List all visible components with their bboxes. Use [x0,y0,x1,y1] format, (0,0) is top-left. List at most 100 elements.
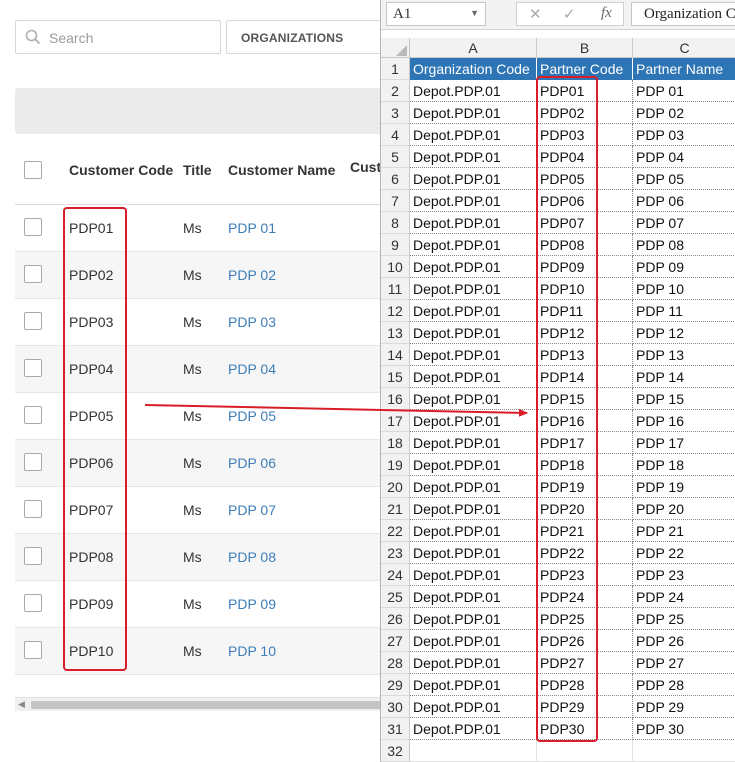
empty-cell[interactable] [633,740,735,762]
organization-code-cell[interactable]: Depot.PDP.01 [410,388,537,410]
row-checkbox[interactable] [24,547,42,565]
row-checkbox[interactable] [24,500,42,518]
organization-code-cell[interactable]: Depot.PDP.01 [410,454,537,476]
table-row[interactable]: PDP07 Ms PDP 07 [15,487,382,534]
customer-name-link[interactable]: PDP 06 [228,455,276,471]
scrollbar-thumb[interactable] [31,701,382,709]
organizations-filter[interactable]: ORGANIZATIONS [226,20,382,54]
organization-code-cell[interactable]: Depot.PDP.01 [410,366,537,388]
organization-code-cell[interactable]: Depot.PDP.01 [410,80,537,102]
column-header-customer-code[interactable]: Customer Code [69,162,173,178]
customer-name-link[interactable]: PDP 05 [228,408,276,424]
row-number[interactable]: 3 [381,102,410,124]
horizontal-scrollbar[interactable]: ◀ [15,697,382,711]
organization-code-cell[interactable]: Depot.PDP.01 [410,520,537,542]
partner-code-cell[interactable]: PDP02 [537,102,633,124]
row-checkbox[interactable] [24,359,42,377]
organization-code-cell[interactable]: Depot.PDP.01 [410,718,537,740]
partner-name-cell[interactable]: PDP 04 [633,146,735,168]
column-header-truncated[interactable]: Cust [350,159,381,175]
partner-name-cell[interactable]: PDP 16 [633,410,735,432]
table-row[interactable]: PDP06 Ms PDP 06 [15,440,382,487]
partner-name-cell[interactable]: PDP 12 [633,322,735,344]
table-row[interactable]: PDP02 Ms PDP 02 [15,252,382,299]
table-row[interactable]: PDP08 Ms PDP 08 [15,534,382,581]
row-number[interactable]: 11 [381,278,410,300]
column-header-title[interactable]: Title [183,162,212,178]
partner-code-cell[interactable]: PDP16 [537,410,633,432]
partner-name-cell[interactable]: PDP 05 [633,168,735,190]
row-number[interactable]: 24 [381,564,410,586]
partner-code-cell[interactable]: PDP04 [537,146,633,168]
row-checkbox[interactable] [24,218,42,236]
partner-code-cell[interactable]: PDP25 [537,608,633,630]
partner-name-cell[interactable]: PDP 21 [633,520,735,542]
partner-name-cell[interactable]: PDP 20 [633,498,735,520]
partner-code-cell[interactable]: PDP29 [537,696,633,718]
partner-code-cell[interactable]: PDP01 [537,80,633,102]
organization-code-cell[interactable]: Depot.PDP.01 [410,608,537,630]
partner-name-cell[interactable]: PDP 11 [633,300,735,322]
partner-code-cell[interactable]: PDP10 [537,278,633,300]
partner-code-cell[interactable]: PDP15 [537,388,633,410]
organization-code-cell[interactable]: Depot.PDP.01 [410,674,537,696]
formula-input[interactable]: Organization Code [631,2,735,26]
partner-name-cell[interactable]: PDP 15 [633,388,735,410]
partner-name-cell[interactable]: PDP 30 [633,718,735,740]
customer-name-link[interactable]: PDP 07 [228,502,276,518]
row-number[interactable]: 15 [381,366,410,388]
partner-name-cell[interactable]: PDP 22 [633,542,735,564]
partner-name-cell[interactable]: PDP 19 [633,476,735,498]
partner-name-cell[interactable]: PDP 14 [633,366,735,388]
organization-code-cell[interactable]: Depot.PDP.01 [410,190,537,212]
organization-code-cell[interactable]: Depot.PDP.01 [410,542,537,564]
partner-name-cell[interactable]: PDP 28 [633,674,735,696]
row-number[interactable]: 23 [381,542,410,564]
select-all-checkbox[interactable] [24,161,42,179]
table-row[interactable]: PDP01 Ms PDP 01 [15,205,382,252]
row-number[interactable]: 30 [381,696,410,718]
partner-code-cell[interactable]: PDP08 [537,234,633,256]
enter-icon[interactable]: ✓ [563,5,576,23]
organization-code-cell[interactable]: Depot.PDP.01 [410,498,537,520]
row-checkbox[interactable] [24,641,42,659]
customer-name-link[interactable]: PDP 10 [228,643,276,659]
empty-cell[interactable] [537,740,633,762]
partner-code-cell[interactable]: PDP06 [537,190,633,212]
partner-name-cell[interactable]: PDP 29 [633,696,735,718]
row-checkbox[interactable] [24,406,42,424]
organization-code-cell[interactable]: Depot.PDP.01 [410,652,537,674]
row-number[interactable]: 2 [381,80,410,102]
table-row[interactable]: PDP05 Ms PDP 05 [15,393,382,440]
partner-name-cell[interactable]: PDP 17 [633,432,735,454]
row-number[interactable]: 27 [381,630,410,652]
partner-name-cell[interactable]: PDP 08 [633,234,735,256]
organization-code-cell[interactable]: Depot.PDP.01 [410,410,537,432]
partner-code-cell[interactable]: PDP28 [537,674,633,696]
organization-code-cell[interactable]: Depot.PDP.01 [410,586,537,608]
organization-code-cell[interactable]: Depot.PDP.01 [410,124,537,146]
row-number[interactable]: 10 [381,256,410,278]
scroll-left-icon[interactable]: ◀ [18,699,25,710]
partner-name-cell[interactable]: PDP 13 [633,344,735,366]
row-number[interactable]: 8 [381,212,410,234]
row-number[interactable]: 1 [381,58,410,80]
partner-code-cell[interactable]: PDP18 [537,454,633,476]
row-number[interactable]: 16 [381,388,410,410]
organization-code-cell[interactable]: Depot.PDP.01 [410,476,537,498]
row-checkbox[interactable] [24,594,42,612]
partner-code-cell[interactable]: PDP12 [537,322,633,344]
partner-code-cell[interactable]: PDP11 [537,300,633,322]
row-checkbox[interactable] [24,312,42,330]
row-number[interactable]: 4 [381,124,410,146]
partner-name-cell[interactable]: PDP 02 [633,102,735,124]
table-row[interactable]: PDP09 Ms PDP 09 [15,581,382,628]
row-number[interactable]: 13 [381,322,410,344]
row-number[interactable]: 12 [381,300,410,322]
partner-name-cell[interactable]: PDP 06 [633,190,735,212]
row-number[interactable]: 5 [381,146,410,168]
partner-code-cell[interactable]: PDP26 [537,630,633,652]
partner-name-cell[interactable]: PDP 27 [633,652,735,674]
customer-name-link[interactable]: PDP 04 [228,361,276,377]
partner-code-cell[interactable]: PDP21 [537,520,633,542]
